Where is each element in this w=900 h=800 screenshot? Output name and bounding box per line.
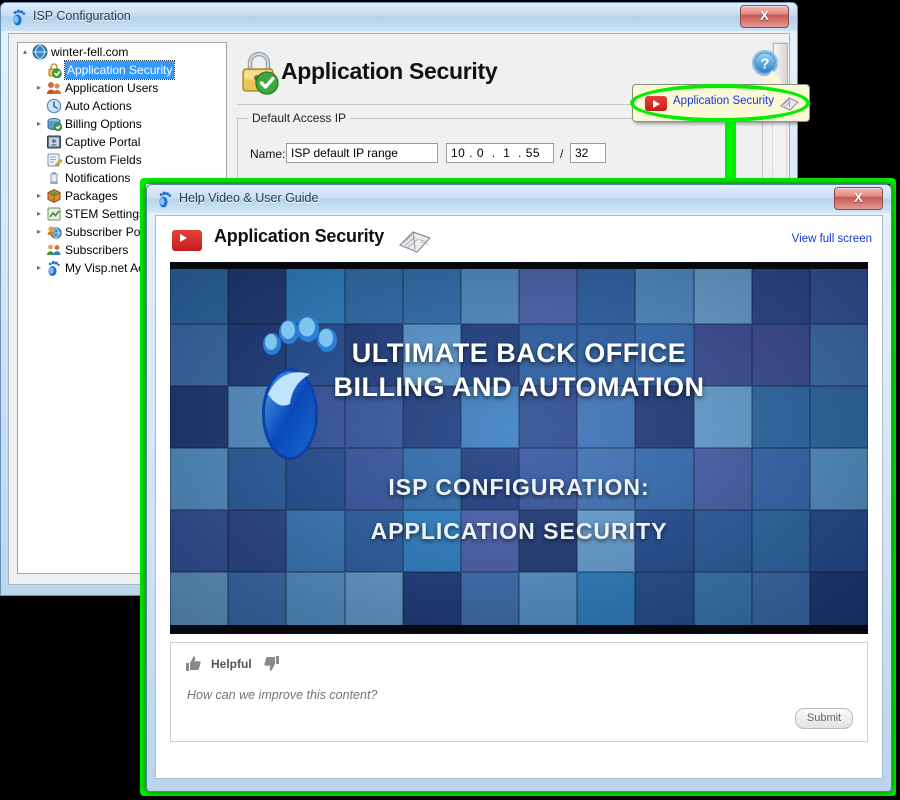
tree-expand-arrow[interactable]: ▸	[34, 259, 44, 277]
annotation-connector-line	[725, 120, 736, 190]
package-icon	[47, 188, 61, 204]
youtube-play-icon[interactable]	[645, 96, 667, 111]
improve-content-input[interactable]	[185, 687, 589, 703]
tooltip-video-link[interactable]: Application Security	[673, 95, 774, 107]
video-title: Application Security	[214, 226, 385, 246]
tree-item-label: Auto Actions	[65, 99, 132, 113]
tree-item-label: Subscribers	[65, 243, 129, 257]
footprint-icon	[48, 261, 60, 276]
submit-button[interactable]: Submit	[795, 708, 853, 729]
main-window-titlebar[interactable]: ISP Configuration X	[1, 3, 797, 31]
video-slide-line1: ULTIMATE BACK OFFICE	[351, 338, 687, 368]
video-slide-line3: ISP CONFIGURATION:	[388, 474, 650, 500]
ip-address-input[interactable]	[446, 143, 554, 163]
tree-item-label: Captive Portal	[65, 135, 141, 149]
tree-item-label: STEM Settings	[65, 207, 146, 221]
feedback-panel: Helpful Submit	[170, 642, 868, 742]
help-tooltip[interactable]: Application Security	[632, 84, 810, 122]
dialog-title: Help Video & User Guide	[179, 191, 319, 205]
main-window-title: ISP Configuration	[33, 9, 131, 23]
dialog-close-button[interactable]: X	[834, 187, 883, 210]
globe-icon	[32, 44, 48, 60]
bell-icon	[50, 172, 58, 184]
cidr-prefix-input[interactable]	[570, 143, 606, 163]
video-player[interactable]: ULTIMATE BACK OFFICE BILLING AND AUTOMAT…	[170, 262, 868, 634]
view-fullscreen-link[interactable]: View full screen	[792, 233, 872, 245]
thumbs-down-icon[interactable]	[263, 655, 280, 672]
dialog-titlebar[interactable]: Help Video & User Guide X	[147, 185, 891, 213]
main-window-close-button[interactable]: X	[740, 5, 789, 28]
video-slide-line2: BILLING AND AUTOMATION	[333, 372, 705, 402]
tree-item-label: Billing Options	[65, 117, 142, 131]
billing-icon	[47, 117, 62, 132]
tree-item-label: Packages	[65, 189, 118, 203]
portal-icon	[47, 135, 61, 149]
tree-item-label: winter-fell.com	[51, 45, 129, 59]
thumbs-up-icon[interactable]	[185, 655, 202, 672]
stem-icon	[47, 207, 61, 221]
tree-item-application-security[interactable]: Application Security	[18, 60, 226, 80]
users-icon	[47, 82, 61, 94]
subscriber-portal-icon	[47, 226, 62, 239]
video-letterbox-top	[170, 262, 868, 269]
pencil-note-icon	[47, 153, 62, 167]
book-icon[interactable]	[780, 94, 799, 111]
tree-item-application-users[interactable]: ▸ Application Users	[18, 79, 226, 97]
tree-item-label: Application Users	[65, 81, 159, 95]
tree-item-label: Custom Fields	[65, 153, 142, 167]
help-video-dialog: Help Video & User Guide X Application Se…	[146, 184, 892, 792]
lock-check-large-icon	[242, 51, 279, 95]
tree-item-billing-options[interactable]: ▸ Billing Options	[18, 115, 226, 133]
tree-item-label: Subscriber Portal	[65, 225, 158, 239]
book-icon[interactable]	[398, 226, 432, 254]
clock-icon	[46, 98, 62, 114]
page-title: Application Security	[281, 58, 498, 84]
dialog-client-area: Application Security View full screen UL…	[155, 215, 883, 779]
tree-item-captive-portal[interactable]: Captive Portal	[18, 133, 226, 151]
tree-expand-arrow[interactable]: ▴	[20, 43, 30, 61]
video-header: Application Security View full screen	[156, 216, 882, 262]
footprint-icon	[159, 191, 172, 208]
tree-expand-arrow[interactable]: ▸	[34, 79, 44, 97]
tree-expand-arrow[interactable]: ▸	[34, 205, 44, 223]
cidr-separator: /	[560, 147, 564, 161]
video-letterbox-bottom	[170, 625, 868, 634]
group-legend: Default Access IP	[248, 111, 351, 125]
tree-item-label: Application Security	[63, 60, 176, 80]
tree-expand-arrow[interactable]: ▸	[34, 223, 44, 241]
tree-item-custom-fields[interactable]: Custom Fields	[18, 151, 226, 169]
tree-item-winter-fell-com[interactable]: ▴ winter-fell.com	[18, 43, 226, 61]
tree-item-auto-actions[interactable]: Auto Actions	[18, 97, 226, 115]
tree-expand-arrow[interactable]: ▸	[34, 115, 44, 133]
lock-check-icon	[48, 63, 62, 78]
tree-expand-arrow[interactable]: ▸	[34, 187, 44, 205]
youtube-play-icon[interactable]	[172, 230, 202, 251]
subscribers-icon	[47, 244, 61, 255]
tree-item-label: Notifications	[65, 171, 131, 185]
name-label: Name:	[250, 147, 286, 161]
helpful-label: Helpful	[211, 657, 252, 671]
video-slide-line4: APPLICATION SECURITY	[370, 518, 668, 544]
name-input[interactable]	[286, 143, 438, 163]
footprint-icon	[13, 9, 26, 26]
